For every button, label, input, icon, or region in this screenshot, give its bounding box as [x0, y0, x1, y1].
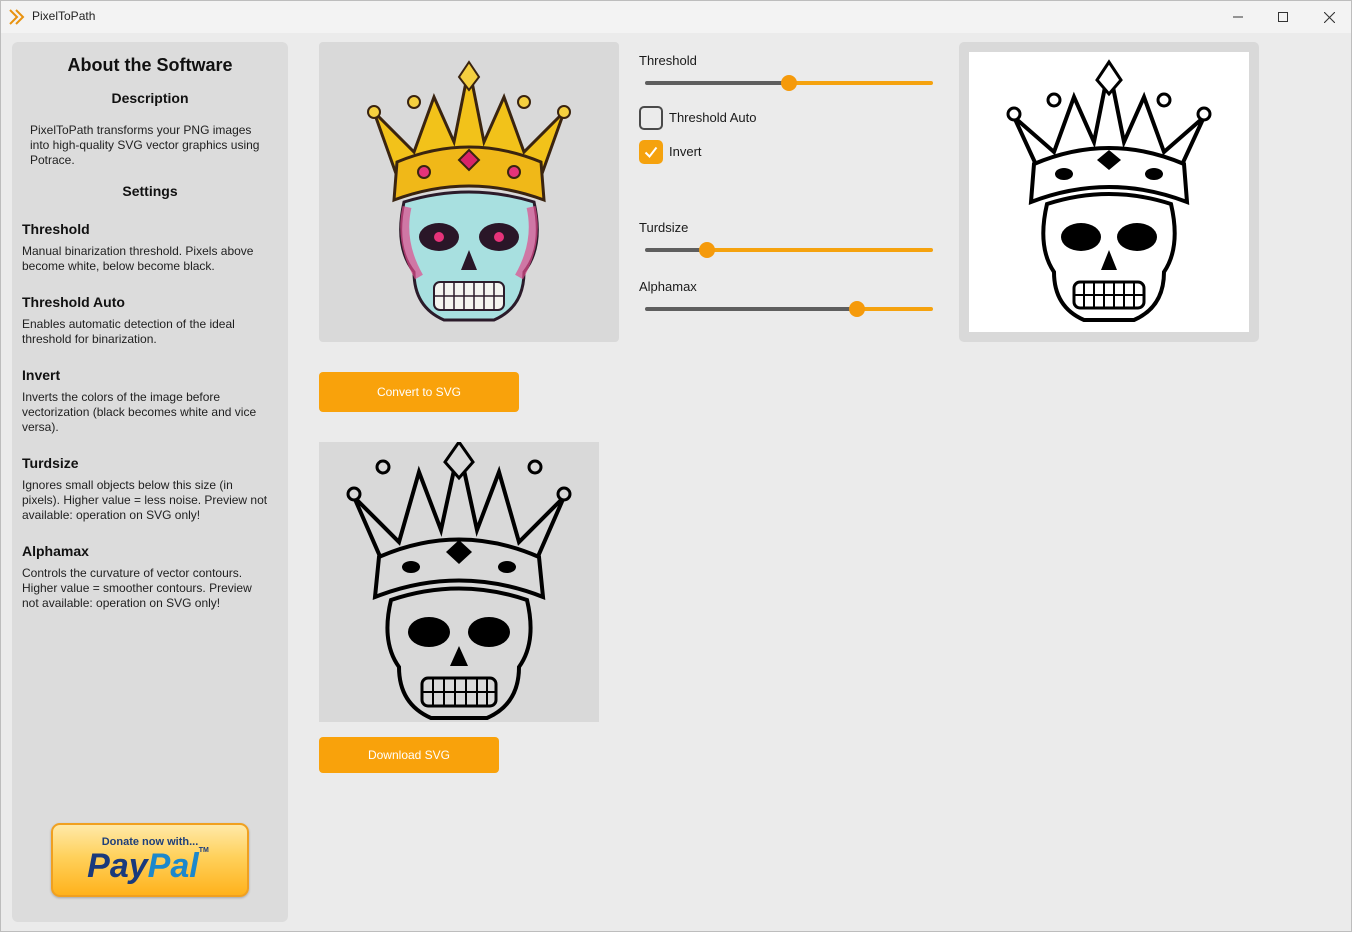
download-svg-button[interactable]: Download SVG — [319, 737, 499, 773]
paypal-logo-pal: Pal — [147, 847, 199, 885]
slider-handle[interactable] — [699, 242, 715, 258]
description-line: Manual binarization threshold. Pixels ab… — [22, 244, 254, 258]
app-window: PixelToPath About the Software Descripti… — [0, 0, 1352, 932]
description-line: threshold for binarization. — [22, 332, 157, 346]
description-line: pixels). Higher value = less noise. Prev… — [22, 493, 268, 507]
threshold-description: Manual binarization threshold. Pixels ab… — [22, 244, 284, 274]
slider-track-filled — [645, 307, 857, 311]
paypal-donate-button[interactable]: Donate now with... PayPalTM — [51, 823, 249, 897]
close-button[interactable] — [1306, 1, 1352, 33]
maximize-icon — [1278, 12, 1288, 22]
svg-output-preview — [319, 439, 599, 722]
description-line: Controls the curvature of vector contour… — [22, 566, 243, 580]
alphamax-description: Controls the curvature of vector contour… — [22, 566, 284, 611]
paypal-logo: PayPalTM — [53, 847, 243, 886]
threshold-preview — [959, 42, 1259, 342]
svg-skull-image — [346, 439, 572, 720]
description-heading: Description — [111, 90, 189, 106]
about-sidebar: About the Software Description PixelToPa… — [12, 42, 288, 922]
description-line: become white, below become black. — [22, 259, 215, 273]
turdsize-label: Turdsize — [639, 220, 689, 235]
threshold-label: Threshold — [639, 53, 697, 68]
slider-handle[interactable] — [849, 301, 865, 317]
input-image-preview — [319, 42, 619, 342]
threshold-auto-checkbox[interactable] — [639, 106, 663, 130]
slider-track-remaining — [789, 81, 933, 85]
description-line: Potrace. — [30, 153, 75, 167]
description-line: available: operation on SVG only! — [22, 508, 201, 522]
colored-skull-image — [367, 60, 571, 322]
threshold-auto-label: Threshold Auto — [669, 110, 757, 125]
threshold-heading: Threshold — [22, 221, 90, 237]
description-text: PixelToPath transforms your PNG images i… — [30, 123, 292, 168]
turdsize-slider[interactable] — [645, 242, 933, 258]
paypal-logo-pay: Pay — [87, 847, 148, 885]
description-line: Ignores small objects below this size (i… — [22, 478, 233, 492]
paypal-trademark: TM — [198, 847, 209, 854]
invert-checkbox[interactable] — [639, 140, 663, 164]
threshold-auto-heading: Threshold Auto — [22, 294, 125, 310]
description-line: Inverts the colors of the image before — [22, 390, 221, 404]
turdsize-description: Ignores small objects below this size (i… — [22, 478, 284, 523]
description-line: into high-quality SVG vector graphics us… — [30, 138, 260, 152]
settings-heading: Settings — [122, 183, 178, 199]
threshold-preview-canvas — [969, 52, 1249, 332]
description-line: not available: operation on SVG only! — [22, 596, 221, 610]
slider-handle[interactable] — [781, 75, 797, 91]
slider-track-filled — [645, 248, 707, 252]
alphamax-heading: Alphamax — [22, 543, 89, 559]
description-line: PixelToPath transforms your PNG images — [30, 123, 252, 137]
slider-track-remaining — [857, 307, 933, 311]
double-chevron-icon — [9, 9, 25, 25]
description-line: Higher value = smoother contours. Previe… — [22, 581, 252, 595]
threshold-slider[interactable] — [645, 75, 933, 91]
invert-label: Invert — [669, 144, 702, 159]
minimize-icon — [1233, 16, 1243, 18]
slider-track-filled — [645, 81, 789, 85]
sidebar-title: About the Software — [67, 55, 233, 75]
alphamax-label: Alphamax — [639, 279, 697, 294]
checkmark-icon — [644, 146, 658, 159]
alphamax-slider[interactable] — [645, 301, 933, 317]
slider-track-remaining — [707, 248, 933, 252]
invert-heading: Invert — [22, 367, 61, 383]
invert-description: Inverts the colors of the image before v… — [22, 390, 284, 435]
description-line: Enables automatic detection of the ideal — [22, 317, 235, 331]
description-line: versa). — [22, 420, 59, 434]
threshold-auto-description: Enables automatic detection of the ideal… — [22, 317, 284, 347]
turdsize-heading: Turdsize — [22, 455, 79, 471]
bw-skull-image — [1006, 59, 1212, 322]
window-title: PixelToPath — [32, 9, 96, 23]
title-bar: PixelToPath — [1, 1, 1351, 33]
maximize-button[interactable] — [1260, 1, 1306, 33]
minimize-button[interactable] — [1215, 1, 1261, 33]
close-icon — [1323, 11, 1335, 23]
convert-to-svg-button[interactable]: Convert to SVG — [319, 372, 519, 412]
description-line: vectorization (black becomes white and v… — [22, 405, 257, 419]
